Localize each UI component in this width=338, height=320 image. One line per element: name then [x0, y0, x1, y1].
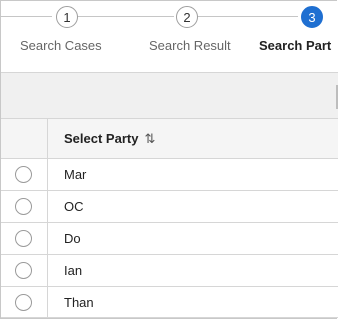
step-1-number[interactable]: 1 — [56, 6, 78, 28]
party-name: Than — [64, 294, 94, 310]
row-radio[interactable] — [15, 166, 32, 183]
party-name: Do — [64, 231, 81, 246]
step-3-label: Search Part — [259, 38, 332, 53]
step-progress: 1 2 3 Search Cases Search Result Search … — [0, 0, 338, 60]
step-2-number[interactable]: 2 — [176, 6, 198, 28]
row-radio[interactable] — [15, 230, 32, 247]
step-2-label[interactable]: Search Result — [149, 38, 231, 53]
select-party-header-label: Select Party — [64, 131, 139, 146]
party-name: Ian — [64, 263, 83, 278]
select-cell — [1, 191, 48, 222]
table-row[interactable]: OC — [1, 190, 338, 222]
party-table: Select Party ⇅ Mar OC Do Ian Than — [1, 118, 338, 318]
select-cell — [1, 287, 48, 317]
select-party-header[interactable]: Select Party ⇅ — [64, 119, 155, 158]
step-connector — [0, 16, 52, 17]
table-row[interactable]: Mar — [1, 158, 338, 190]
select-cell — [1, 223, 48, 254]
sort-icon[interactable]: ⇅ — [144, 131, 155, 147]
step-1-label[interactable]: Search Cases — [20, 38, 102, 53]
table-toolbar — [1, 72, 338, 119]
table-header-row: Select Party ⇅ — [1, 118, 338, 158]
row-radio[interactable] — [15, 198, 32, 215]
row-radio[interactable] — [15, 262, 32, 279]
step-3-number[interactable]: 3 — [301, 6, 323, 28]
select-column-header — [1, 119, 48, 158]
select-cell — [1, 255, 48, 286]
table-row[interactable]: Than — [1, 286, 338, 318]
table-row[interactable]: Do — [1, 222, 338, 254]
step-connector — [74, 16, 174, 17]
row-radio[interactable] — [15, 294, 32, 311]
select-cell — [1, 159, 48, 190]
table-row[interactable]: Ian — [1, 254, 338, 286]
party-name: OC — [64, 199, 84, 214]
party-name: Mar — [64, 167, 87, 182]
step-connector — [196, 16, 298, 17]
